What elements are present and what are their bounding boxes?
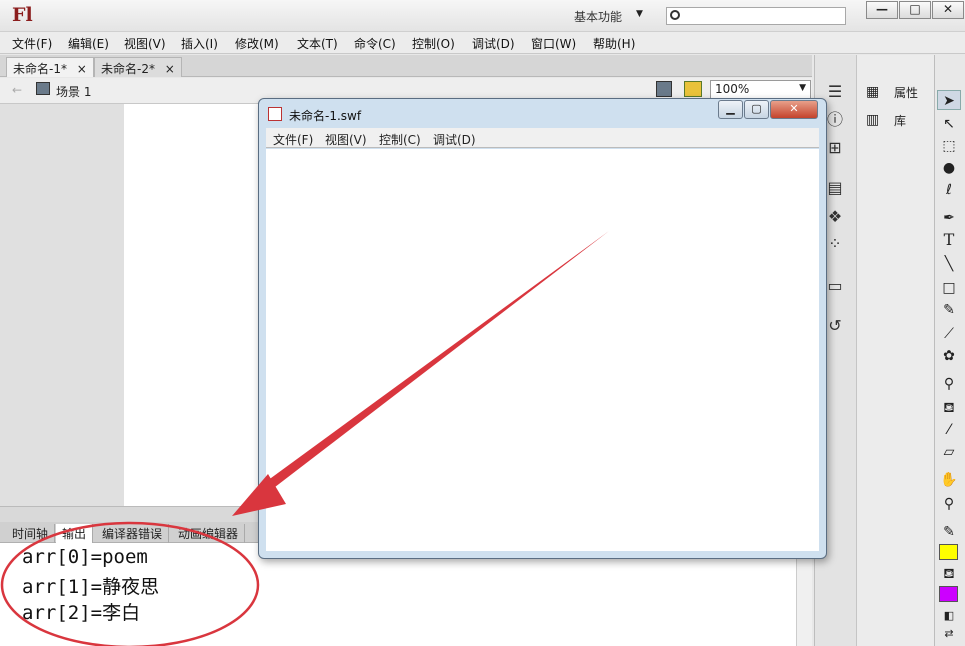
- flash-logo: Fl: [12, 4, 33, 26]
- search-icon: [670, 10, 680, 20]
- align-icon[interactable]: ☰: [822, 82, 848, 102]
- properties-library-dock: [856, 55, 934, 646]
- eraser-tool-icon[interactable]: ▱: [937, 442, 961, 462]
- tab-untitled-2[interactable]: 未命名-2* ×: [94, 57, 182, 77]
- tab-compiler-errors[interactable]: 编译器错误: [96, 524, 170, 543]
- zoom-tool-icon[interactable]: ⚲: [937, 494, 961, 514]
- menu-text[interactable]: 文本(T): [297, 35, 338, 52]
- menu-commands[interactable]: 命令(C): [354, 35, 396, 52]
- pencil-tool-icon[interactable]: ✎: [937, 300, 961, 320]
- menu-insert[interactable]: 插入(I): [181, 35, 218, 52]
- tab-untitled-1[interactable]: 未命名-1* ×: [6, 57, 94, 77]
- library-label[interactable]: 库: [894, 112, 906, 129]
- tab-timeline[interactable]: 时间轴: [6, 524, 56, 543]
- fill-bucket-icon[interactable]: ⛾: [937, 564, 961, 584]
- back-arrow-icon[interactable]: ←: [12, 83, 22, 97]
- scene-clapper-icon: [36, 82, 50, 95]
- fill-color-swatch[interactable]: [939, 544, 958, 560]
- deco-tool-icon[interactable]: ✿: [937, 346, 961, 366]
- tab-label: 未命名-2*: [101, 62, 155, 76]
- menu-file[interactable]: 文件(F): [12, 35, 52, 52]
- scene-label: 场景 1: [56, 85, 92, 99]
- rectangle-tool-icon[interactable]: □: [937, 278, 961, 298]
- lasso-tool-icon[interactable]: ℓ: [937, 180, 961, 200]
- swf-window-title: 未命名-1.swf: [289, 109, 362, 123]
- 3d-rotation-tool-icon[interactable]: ●: [937, 158, 961, 178]
- output-line: arr[0]=poem: [22, 546, 148, 568]
- swf-menu-view[interactable]: 视图(V): [325, 131, 367, 148]
- zoom-select[interactable]: 100% ▼: [710, 80, 811, 99]
- menu-view[interactable]: 视图(V): [124, 35, 166, 52]
- stroke-color-pencil-icon[interactable]: ✎: [937, 522, 961, 542]
- minimize-button[interactable]: —: [866, 1, 898, 19]
- edit-scene-icon[interactable]: [656, 81, 672, 97]
- close-icon[interactable]: ×: [77, 62, 87, 76]
- menu-modify[interactable]: 修改(M): [235, 35, 279, 52]
- swf-content-area[interactable]: [266, 149, 819, 551]
- workspace-switcher[interactable]: 基本功能: [574, 8, 622, 25]
- swf-minimize-button[interactable]: ▁: [718, 100, 743, 119]
- black-white-icon[interactable]: ◧: [937, 606, 961, 626]
- swf-close-button[interactable]: ✕: [770, 100, 818, 119]
- properties-label[interactable]: 属性: [894, 84, 918, 101]
- brush-tool-icon[interactable]: ⟋: [937, 324, 961, 344]
- search-input[interactable]: [666, 7, 846, 25]
- free-transform-tool-icon[interactable]: ⬚: [937, 136, 961, 156]
- line-tool-icon[interactable]: ╲: [937, 254, 961, 274]
- close-icon[interactable]: ×: [165, 62, 175, 76]
- bone-tool-icon[interactable]: ⚲: [937, 374, 961, 394]
- paint-bucket-tool-icon[interactable]: ⛾: [937, 398, 961, 418]
- stroke-color-swatch[interactable]: [939, 586, 958, 602]
- menu-help[interactable]: 帮助(H): [593, 35, 635, 52]
- chevron-down-icon[interactable]: ▼: [636, 9, 643, 19]
- swf-menu-control[interactable]: 控制(C): [379, 131, 421, 148]
- tab-label: 未命名-1*: [13, 62, 67, 76]
- output-line: arr[1]=静夜思: [22, 576, 160, 598]
- pen-tool-icon[interactable]: ✒: [937, 208, 961, 228]
- eyedropper-tool-icon[interactable]: ⁄: [937, 420, 961, 440]
- chevron-down-icon: ▼: [799, 83, 806, 93]
- swf-maximize-button[interactable]: ▢: [744, 100, 769, 119]
- menu-window[interactable]: 窗口(W): [531, 35, 576, 52]
- menu-control[interactable]: 控制(O): [412, 35, 455, 52]
- menu-edit[interactable]: 编辑(E): [68, 35, 109, 52]
- output-line: arr[2]=李白: [22, 602, 141, 624]
- zoom-value: 100%: [715, 82, 750, 96]
- swf-menu-file[interactable]: 文件(F): [273, 131, 313, 148]
- tab-output[interactable]: 输出: [56, 524, 94, 543]
- swap-colors-icon[interactable]: ⇄: [937, 624, 961, 644]
- close-button[interactable]: ✕: [932, 1, 964, 19]
- maximize-button[interactable]: □: [899, 1, 931, 19]
- selection-tool-icon[interactable]: ➤: [937, 90, 961, 110]
- menu-debug[interactable]: 调试(D): [472, 35, 515, 52]
- text-tool-icon[interactable]: T: [937, 230, 961, 250]
- library-icon[interactable]: ▥: [866, 112, 879, 128]
- edit-symbols-icon[interactable]: [684, 81, 702, 97]
- subselection-tool-icon[interactable]: ↖: [937, 114, 961, 134]
- properties-icon[interactable]: ▦: [866, 84, 879, 100]
- tab-motion-editor[interactable]: 动画编辑器: [172, 524, 246, 543]
- flash-player-icon: [268, 107, 282, 121]
- swf-menu-debug[interactable]: 调试(D): [433, 131, 476, 148]
- hand-tool-icon[interactable]: ✋: [937, 470, 961, 490]
